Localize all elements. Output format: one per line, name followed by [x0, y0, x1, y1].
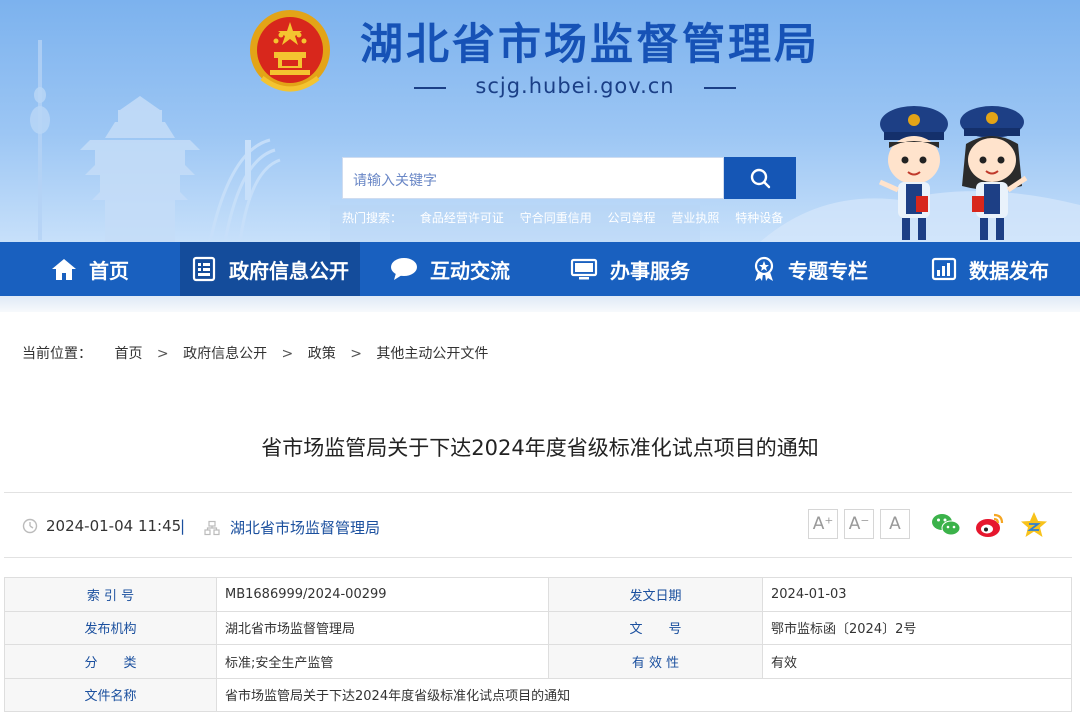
breadcrumb-label: 当前位置： — [22, 346, 92, 362]
site-domain: scjg.hubei.gov.cn — [414, 74, 736, 98]
hot-search-term[interactable]: 守合同重信用 — [520, 211, 592, 225]
nav-item-label: 政府信息公开 — [229, 258, 349, 283]
search-button[interactable] — [724, 157, 796, 199]
monitor-icon — [570, 258, 598, 280]
publisher-name: 湖北省市场监督管理局 — [230, 519, 381, 537]
table-key: 文件名称 — [4, 677, 217, 712]
breadcrumb-link-other[interactable]: 其他主动公开文件 — [376, 346, 488, 362]
document-info-table: 索 引 号 MB1686999/2024-00299 发文日期 2024-01-… — [4, 577, 1072, 712]
article-title: 省市场监管局关于下达2024年度省级标准化试点项目的通知 — [261, 436, 819, 460]
table-value: 湖北省市场监督管理局 — [216, 610, 549, 645]
document-list-icon — [192, 256, 216, 282]
meta-divider: | — [180, 517, 186, 535]
nav-item-label: 专题专栏 — [788, 258, 868, 283]
breadcrumb-link-gov-info[interactable]: 政府信息公开 — [183, 346, 267, 362]
font-size-increase-button[interactable]: A⁺ — [808, 509, 838, 539]
table-value: 标准;安全生产监管 — [216, 644, 549, 679]
publisher: 湖北省市场监督管理局 — [204, 517, 380, 538]
wechat-share-icon[interactable] — [930, 509, 962, 541]
nav-item-interaction[interactable]: 互动交流 — [360, 242, 540, 296]
nav-item-services[interactable]: 办事服务 — [540, 242, 720, 296]
breadcrumb-link-policy[interactable]: 政策 — [308, 346, 336, 362]
hot-search-term[interactable]: 营业执照 — [671, 211, 719, 225]
table-row: 文件名称 省市场监管局关于下达2024年度省级标准化试点项目的通知 — [4, 677, 1072, 712]
table-row: 发布机构 湖北省市场监督管理局 文 号 鄂市监标函〔2024〕2号 — [4, 610, 1072, 645]
table-key: 分 类 — [4, 644, 217, 679]
nav-item-data[interactable]: 数据发布 — [900, 242, 1080, 296]
table-value: 鄂市监标函〔2024〕2号 — [762, 610, 1072, 645]
hot-search-term[interactable]: 食品经营许可证 — [420, 211, 504, 225]
search-placeholder: 请输入关键字 — [353, 173, 437, 189]
table-key: 发布机构 — [4, 610, 217, 645]
nav-item-topics[interactable]: 专题专栏 — [720, 242, 900, 296]
font-size-decrease-button[interactable]: A⁻ — [844, 509, 874, 539]
table-value: 省市场监管局关于下达2024年度省级标准化试点项目的通知 — [216, 677, 1072, 712]
breadcrumb-link-home[interactable]: 首页 — [114, 346, 142, 362]
mascot-illustration — [878, 106, 1028, 240]
table-row: 分 类 标准;安全生产监管 有 效 性 有效 — [4, 644, 1072, 679]
organization-icon — [204, 520, 220, 535]
table-key: 文 号 — [548, 610, 763, 645]
nav-item-label: 首页 — [89, 258, 129, 283]
nav-item-label: 互动交流 — [430, 258, 510, 283]
table-value: 有效 — [762, 644, 1072, 679]
publish-date: 2024-01-04 11:45 — [22, 517, 181, 535]
article-meta-bar: 2024-01-04 11:45 | 湖北省市场监督管理局 A⁺ A⁻ A — [4, 492, 1072, 558]
table-key: 索 引 号 — [4, 577, 217, 612]
chat-bubble-icon — [391, 258, 417, 280]
font-size-reset-button[interactable]: A — [880, 509, 910, 539]
nav-item-label: 办事服务 — [610, 258, 690, 283]
nav-shadow — [0, 296, 1080, 312]
header-banner: 湖北省市场监督管理局 scjg.hubei.gov.cn 请输入关键字 热门搜索… — [0, 0, 1080, 242]
nav-item-label: 数据发布 — [969, 258, 1049, 283]
qzone-share-icon[interactable] — [1018, 509, 1050, 541]
table-key: 发文日期 — [548, 577, 763, 612]
clock-icon — [22, 518, 38, 534]
national-emblem-icon — [250, 10, 330, 92]
medal-icon — [754, 256, 774, 281]
hot-search-label: 热门搜索： — [342, 211, 403, 225]
breadcrumb: 当前位置： 首页 > 政府信息公开 > 政策 > 其他主动公开文件 — [22, 343, 494, 363]
main-nav: 首页 政府信息公开 互动交流 办事服务 专题专栏 数据发布 — [0, 242, 1080, 296]
nav-item-gov-info[interactable]: 政府信息公开 — [180, 242, 360, 296]
search-input[interactable]: 请输入关键字 — [342, 157, 724, 199]
nav-item-home[interactable]: 首页 — [0, 242, 180, 296]
publish-date-value: 2024-01-04 11:45 — [46, 517, 182, 535]
breadcrumb-separator: > — [350, 346, 362, 362]
hot-search-list: 热门搜索： 食品经营许可证 守合同重信用 公司章程 营业执照 特种设备 — [342, 209, 795, 226]
table-row: 索 引 号 MB1686999/2024-00299 发文日期 2024-01-… — [4, 577, 1072, 612]
table-key: 有 效 性 — [548, 644, 763, 679]
table-value: 2024-01-03 — [762, 577, 1072, 612]
breadcrumb-separator: > — [156, 346, 169, 362]
weibo-share-icon[interactable] — [974, 509, 1006, 541]
hot-search-term[interactable]: 特种设备 — [735, 211, 783, 225]
home-icon — [52, 259, 76, 280]
search-icon — [750, 168, 771, 189]
hot-search-term[interactable]: 公司章程 — [608, 211, 656, 225]
breadcrumb-separator: > — [281, 346, 294, 362]
table-value: MB1686999/2024-00299 — [216, 577, 549, 612]
bar-chart-icon — [931, 257, 957, 281]
site-title: 湖北省市场监督管理局 — [360, 20, 820, 70]
